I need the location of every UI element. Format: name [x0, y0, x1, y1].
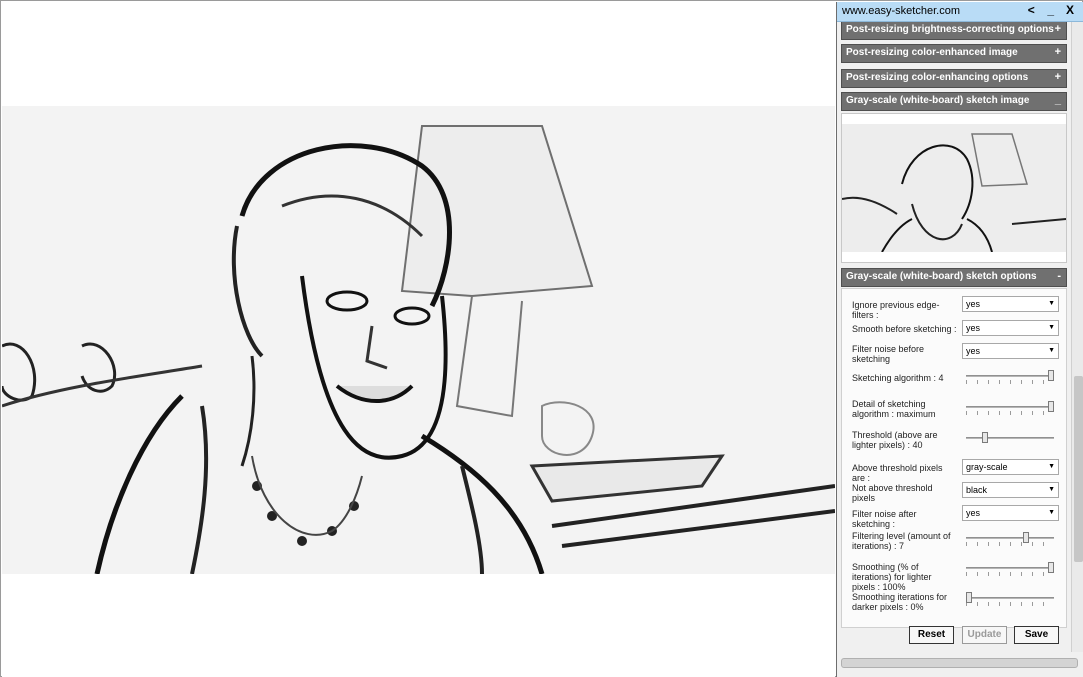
detail-label: Detail of sketching algorithm : maximum [852, 399, 936, 419]
filter-before-label: Filter noise before sketching [852, 344, 925, 364]
horizontal-scrollbar[interactable] [841, 658, 1078, 668]
reset-button[interactable]: Reset [909, 626, 954, 644]
ignore-edge-select[interactable]: yes ▼ [962, 296, 1059, 312]
filter-after-label: Filter noise after sketching : [852, 509, 917, 529]
not-above-label: Not above threshold pixels [852, 483, 933, 503]
section-label: Post-resizing brightness-correcting opti… [846, 24, 1054, 35]
options-panel: www.easy-sketcher.com < _ X Post-resizin… [836, 2, 1083, 677]
sketch-canvas [0, 2, 836, 677]
section-color-enhanced-image[interactable]: Post-resizing color-enhanced image + [841, 44, 1067, 63]
app-window: www.easy-sketcher.com < _ X Post-resizin… [0, 0, 1083, 677]
smooth-light-label: Smoothing (% of iterations) for lighter … [852, 562, 932, 592]
threshold-slider[interactable] [966, 432, 1054, 444]
sketch-options-form: Ignore previous edge-filters : yes ▼ Smoo… [841, 288, 1067, 628]
collapse-icon: - [1057, 270, 1061, 282]
close-button[interactable]: X [1062, 3, 1078, 17]
section-label: Post-resizing color-enhanced image [846, 47, 1018, 58]
algorithm-slider[interactable] [966, 370, 1054, 384]
options-scroll-area: Post-resizing brightness-correcting opti… [837, 22, 1070, 652]
back-button[interactable]: < [1023, 3, 1039, 17]
above-pixels-label: Above threshold pixels are : [852, 463, 943, 483]
algorithm-label: Sketching algorithm : 4 [852, 373, 944, 383]
filter-after-select[interactable]: yes ▼ [962, 505, 1059, 521]
ignore-edge-label: Ignore previous edge-filters : [852, 300, 940, 320]
minimize-button[interactable]: _ [1043, 3, 1059, 17]
filter-level-slider[interactable] [966, 532, 1054, 546]
chevron-down-icon: ▼ [1048, 463, 1055, 470]
threshold-label: Threshold (above are lighter pixels) : 4… [852, 430, 938, 450]
filter-before-select[interactable]: yes ▼ [962, 343, 1059, 359]
not-above-select[interactable]: black ▼ [962, 482, 1059, 498]
chevron-down-icon: ▼ [1048, 486, 1055, 493]
section-brightness-options[interactable]: Post-resizing brightness-correcting opti… [841, 22, 1067, 40]
section-sketch-options[interactable]: Gray-scale (white-board) sketch options … [841, 268, 1067, 287]
scrollbar-thumb[interactable] [1074, 376, 1083, 562]
filter-level-label: Filtering level (amount of iterations) :… [852, 531, 951, 551]
save-button[interactable]: Save [1014, 626, 1059, 644]
above-pixels-select[interactable]: gray-scale ▼ [962, 459, 1059, 475]
smooth-before-select[interactable]: yes ▼ [962, 320, 1059, 336]
chevron-down-icon: ▼ [1048, 300, 1055, 307]
sketch-thumbnail [841, 124, 1067, 253]
expand-icon: + [1054, 71, 1061, 83]
smooth-light-slider[interactable] [966, 562, 1054, 576]
expand-icon: + [1054, 23, 1061, 35]
smooth-dark-slider[interactable] [966, 592, 1054, 606]
sketch-image [0, 106, 836, 575]
title-bar: www.easy-sketcher.com < _ X [837, 2, 1083, 22]
detail-slider[interactable] [966, 401, 1054, 415]
chevron-down-icon: ▼ [1048, 509, 1055, 516]
expand-icon: + [1054, 46, 1061, 58]
section-label: Gray-scale (white-board) sketch image [846, 95, 1030, 106]
section-label: Gray-scale (white-board) sketch options [846, 271, 1037, 282]
section-sketch-image[interactable]: Gray-scale (white-board) sketch image _ [841, 92, 1067, 111]
update-button[interactable]: Update [962, 626, 1007, 644]
collapse-icon: _ [1054, 94, 1061, 106]
chevron-down-icon: ▼ [1048, 324, 1055, 331]
section-label: Post-resizing color-enhancing options [846, 72, 1029, 83]
window-title: www.easy-sketcher.com [842, 5, 960, 17]
vertical-scrollbar[interactable] [1071, 22, 1083, 652]
section-color-enhancing-options[interactable]: Post-resizing color-enhancing options + [841, 69, 1067, 88]
chevron-down-icon: ▼ [1048, 347, 1055, 354]
smooth-before-label: Smooth before sketching : [852, 324, 957, 334]
smooth-dark-label: Smoothing iterations for darker pixels :… [852, 592, 948, 612]
sketch-drawing [0, 106, 836, 575]
sketch-preview [841, 113, 1067, 263]
